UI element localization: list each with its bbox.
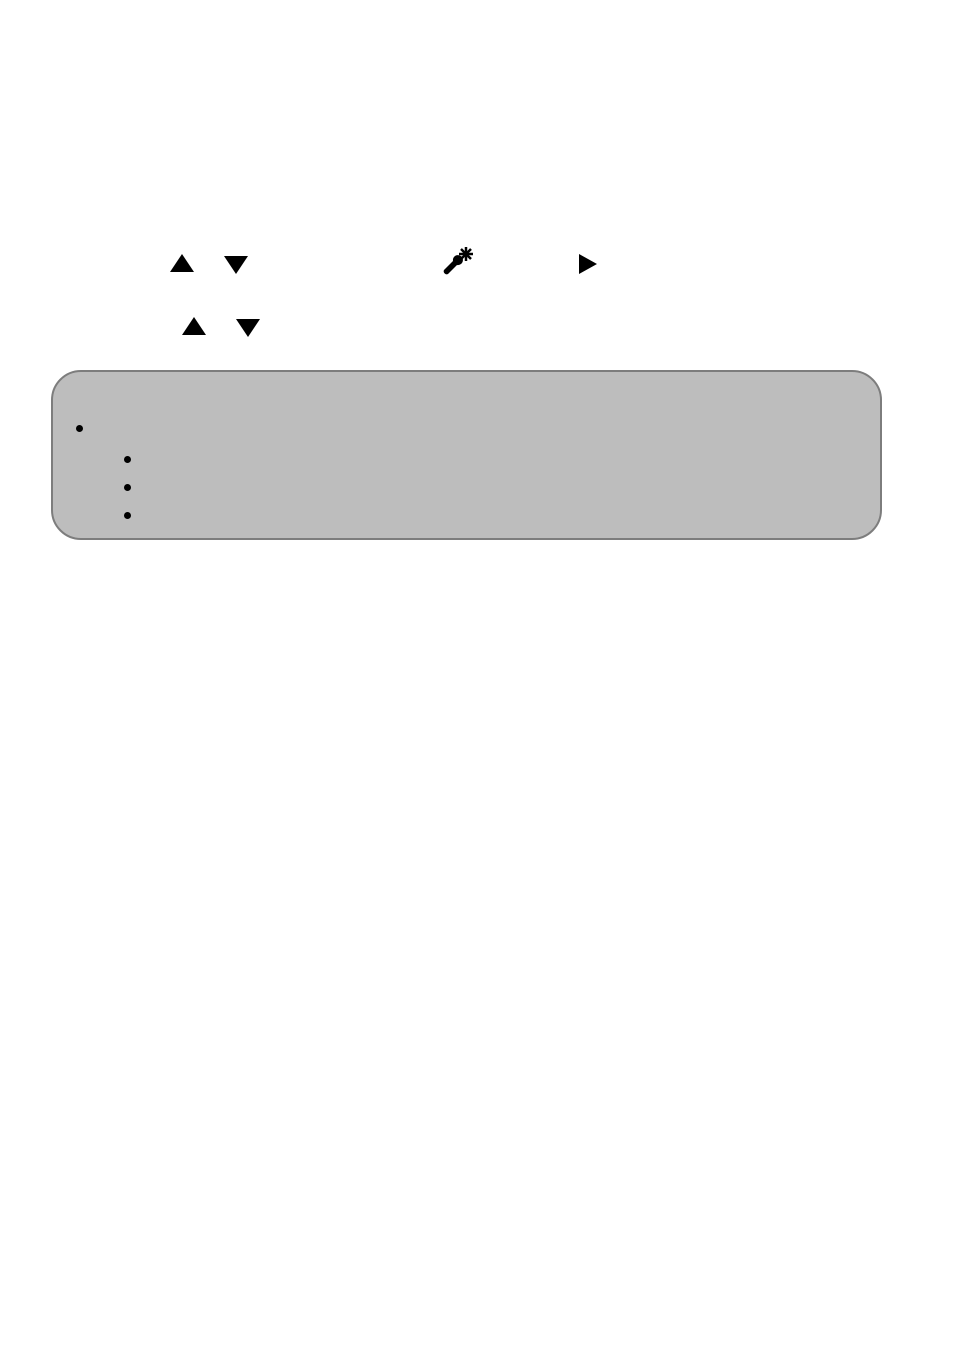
triangle-up-icon[interactable]: [182, 317, 206, 335]
play-icon[interactable]: [579, 254, 597, 274]
bullet-icon: [76, 425, 83, 432]
content-panel: [51, 370, 882, 540]
settings-wrench-icon[interactable]: [442, 244, 478, 285]
triangle-down-icon[interactable]: [224, 256, 248, 274]
bullet-icon: [124, 512, 131, 519]
bullet-icon: [124, 484, 131, 491]
bullet-icon: [124, 456, 131, 463]
triangle-down-icon[interactable]: [236, 319, 260, 337]
triangle-up-icon[interactable]: [170, 254, 194, 272]
